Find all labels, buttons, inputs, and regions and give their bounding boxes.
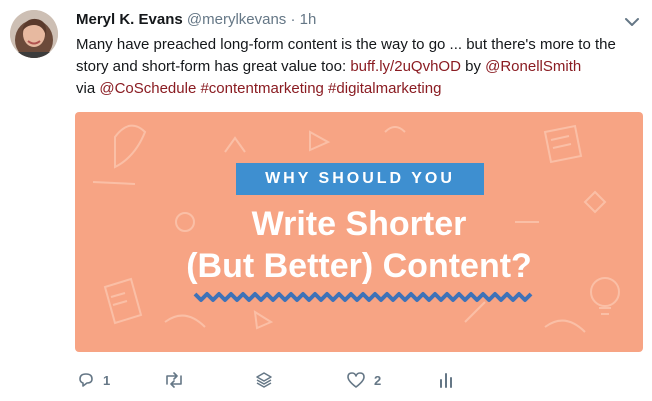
tweet-media-image[interactable]: WHY SHOULD YOU Write Shorter (But Better… bbox=[75, 112, 643, 352]
tweet-header: Meryl K. Evans @merylkevans · 1h bbox=[76, 11, 316, 28]
tweet-actions: 1 2 bbox=[0, 362, 652, 398]
media-headline-line1: Write Shorter bbox=[251, 205, 467, 243]
avatar[interactable] bbox=[10, 10, 58, 58]
avatar-portrait bbox=[10, 10, 58, 58]
heart-icon bbox=[347, 372, 365, 388]
mention-ronellsmith[interactable]: @RonellSmith bbox=[485, 58, 581, 75]
media-kicker: WHY SHOULD YOU bbox=[236, 163, 484, 195]
like-button[interactable]: 2 bbox=[346, 370, 381, 390]
hashtag-digitalmarketing[interactable]: #digitalmarketing bbox=[328, 80, 441, 97]
hashtag-contentmarketing[interactable]: #contentmarketing bbox=[200, 80, 323, 97]
author-handle[interactable]: @merylkevans bbox=[187, 11, 286, 28]
reply-icon bbox=[79, 373, 93, 387]
reply-count: 1 bbox=[103, 372, 111, 388]
tweet-text: Many have preached long-form content is … bbox=[76, 34, 644, 100]
chevron-down-icon[interactable] bbox=[622, 12, 642, 32]
tweet-link[interactable]: buff.ly/2uQvhOD bbox=[350, 58, 461, 75]
mention-coschedule[interactable]: @CoSchedule bbox=[99, 80, 196, 97]
analytics-button[interactable] bbox=[438, 370, 454, 390]
stack-button[interactable] bbox=[255, 370, 273, 390]
retweet-icon bbox=[166, 372, 182, 388]
reply-button[interactable]: 1 bbox=[77, 370, 110, 390]
media-headline-line2: (But Better) Content? bbox=[186, 247, 532, 285]
stack-icon bbox=[256, 372, 272, 388]
timestamp[interactable]: 1h bbox=[300, 11, 317, 28]
tweet-text-by: by bbox=[460, 58, 486, 75]
separator: · bbox=[290, 11, 296, 28]
tweet-text-via: via bbox=[76, 80, 100, 97]
author-name[interactable]: Meryl K. Evans bbox=[76, 11, 183, 28]
like-count: 2 bbox=[374, 372, 382, 388]
analytics-icon bbox=[440, 373, 452, 388]
retweet-button[interactable] bbox=[163, 370, 185, 390]
